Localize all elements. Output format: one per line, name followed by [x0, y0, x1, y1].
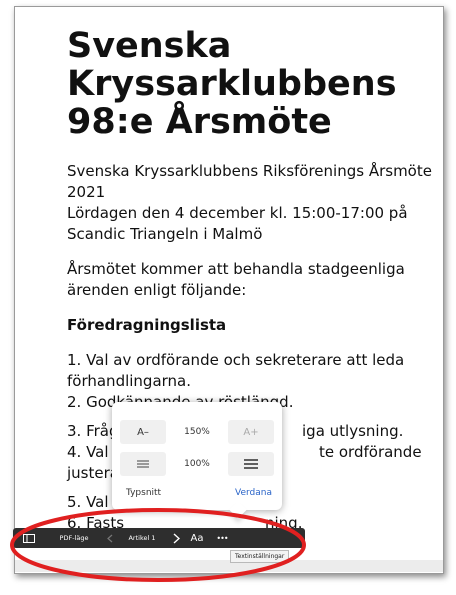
font-value[interactable]: Verdana	[235, 488, 272, 498]
chevron-left-icon[interactable]	[103, 528, 117, 548]
agenda-heading: Föredragningslista	[67, 316, 227, 334]
font-decrease-button[interactable]: A–	[120, 420, 166, 444]
line-spacing-narrow-icon	[137, 460, 149, 468]
sidebar-toggle-button[interactable]	[13, 528, 45, 548]
agenda-item-1-cont: förhandlingarna.	[67, 372, 192, 390]
intro-line: 2021	[67, 183, 106, 201]
title-line-1: Svenska	[67, 26, 232, 66]
agenda-item-4-tail: te ordförande	[319, 443, 422, 461]
intro-line: Scandic Triangeln i Malmö	[67, 225, 263, 243]
sidebar-icon	[23, 533, 35, 543]
font-increase-button[interactable]: A+	[228, 420, 274, 444]
text-settings-popover: A– 150% A+ 100% Typsnitt Verdana	[112, 402, 282, 510]
more-options-button[interactable]: •••	[209, 528, 235, 548]
tooltip: Textinställningar	[230, 550, 290, 563]
text-settings-button[interactable]: Aa	[185, 528, 209, 548]
window-bottom-strip	[15, 560, 443, 572]
agenda-item-3-tail: iga utlysning.	[302, 422, 404, 440]
line-spacing-decrease-button[interactable]	[120, 452, 166, 476]
title-line-2: Kryssarklubbens	[67, 64, 397, 104]
line-spacing-increase-button[interactable]	[228, 452, 274, 476]
description-line: ärenden enligt följande:	[67, 281, 247, 299]
chevron-right-icon[interactable]	[167, 528, 185, 548]
font-family-row[interactable]: Typsnitt Verdana	[126, 488, 272, 498]
font-label: Typsnitt	[126, 488, 162, 498]
title-line-3: 98:e Årsmöte	[67, 102, 332, 142]
intro-paragraph: Svenska Kryssarklubbens Riksförenings År…	[67, 161, 439, 245]
article-title: Svenska Kryssarklubbens 98:e Årsmöte	[67, 27, 439, 141]
article-selector[interactable]: Artikel 1	[117, 528, 167, 548]
line-spacing-wide-icon	[244, 459, 258, 469]
description-paragraph: Årsmötet kommer att behandla stadgeenlig…	[67, 259, 439, 301]
agenda-item-1: 1. Val av ordförande och sekreterare att…	[67, 351, 405, 369]
intro-line: Svenska Kryssarklubbens Riksförenings År…	[67, 162, 432, 180]
intro-line: Lördagen den 4 december kl. 15:00-17:00 …	[67, 204, 408, 222]
pdf-mode-button[interactable]: PDF-läge	[45, 528, 103, 548]
reader-toolbar: PDF-läge Artikel 1 Aa •••	[13, 528, 305, 548]
line-spacing-row: 100%	[120, 452, 274, 476]
line-spacing-value: 100%	[184, 459, 210, 469]
description-line: Årsmötet kommer att behandla stadgeenlig…	[67, 260, 405, 278]
font-size-row: A– 150% A+	[120, 420, 274, 444]
font-size-value: 150%	[184, 427, 210, 437]
